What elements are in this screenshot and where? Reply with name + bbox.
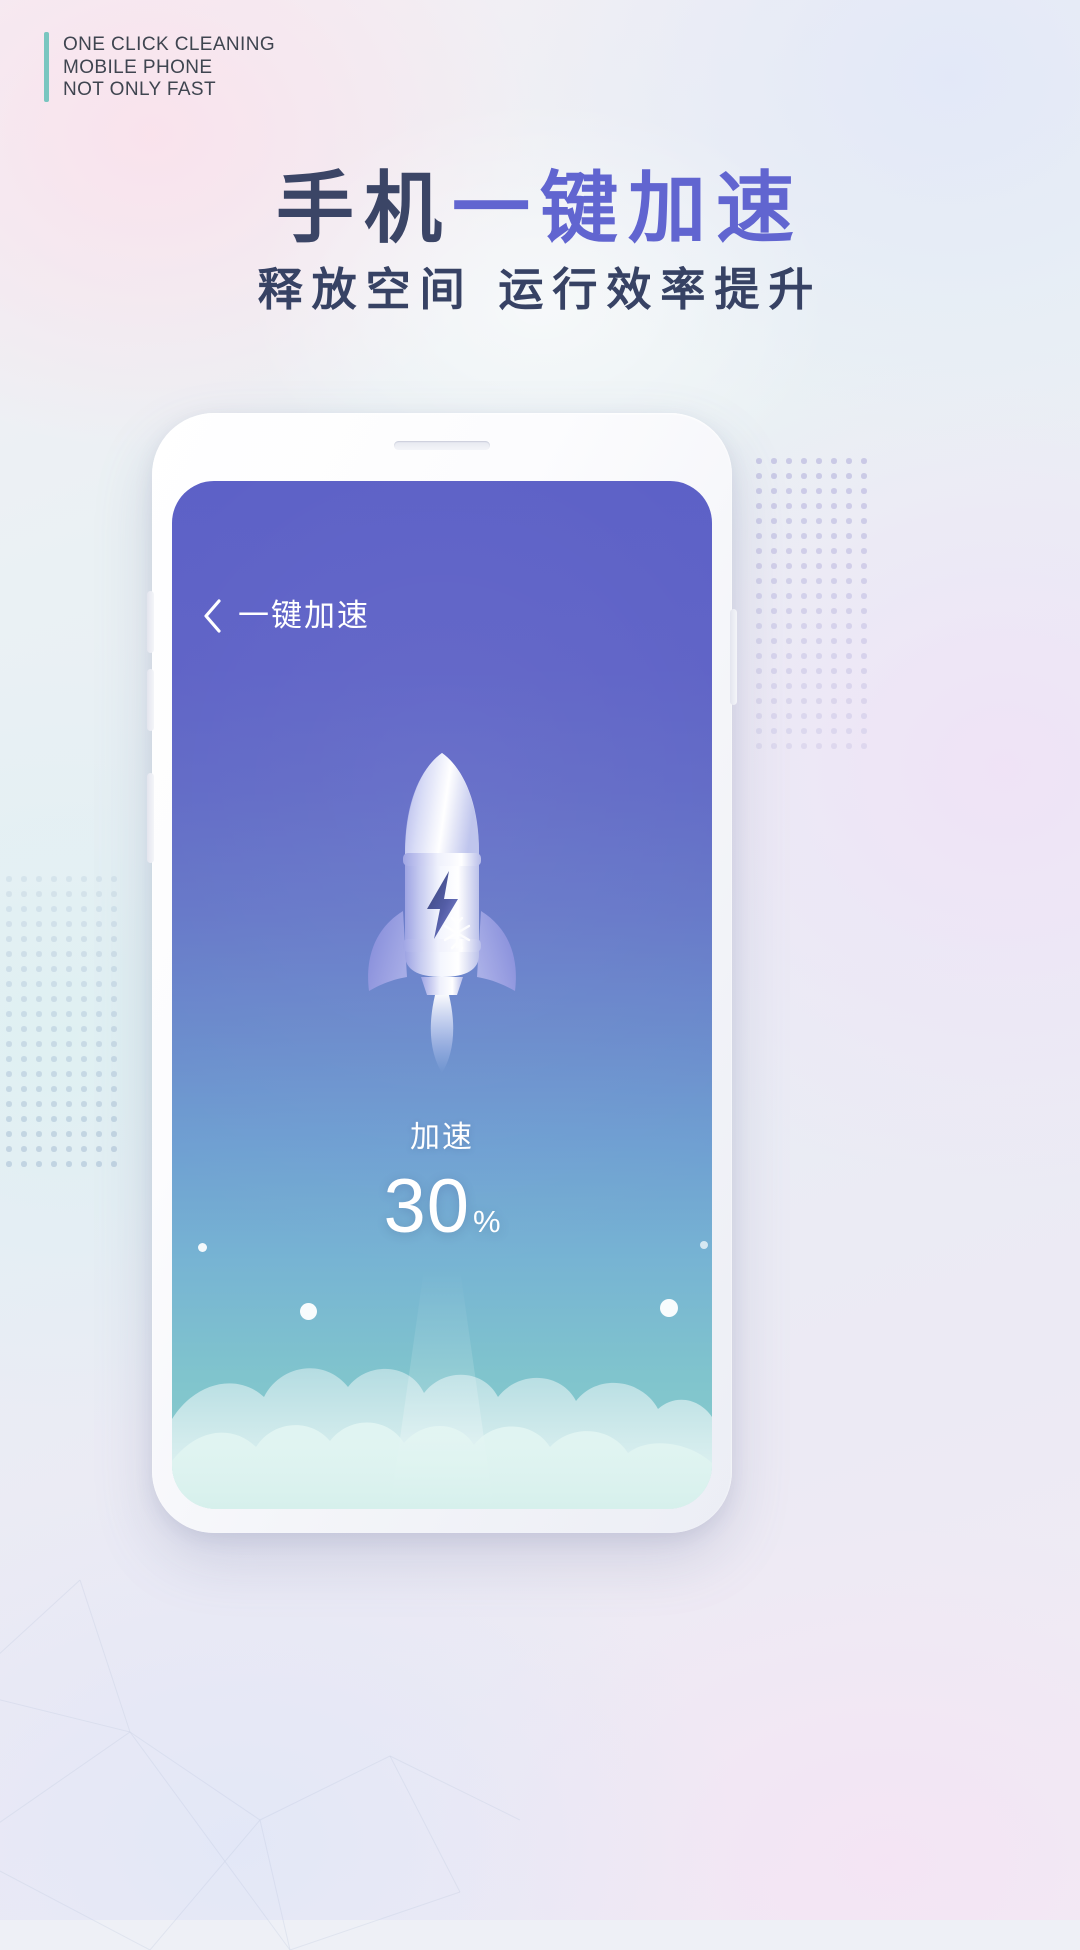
caption-line-3: NOT ONLY FAST xyxy=(63,79,217,100)
particle-dot xyxy=(700,1241,708,1249)
caption-line-2: MOBILE PHONE xyxy=(63,56,213,78)
caption-accent-bar xyxy=(44,32,49,102)
phone-power-button[interactable] xyxy=(147,773,154,863)
boost-label: 加速 xyxy=(410,1120,474,1155)
boost-percent-unit: % xyxy=(472,1204,501,1239)
rocket-nose-cone xyxy=(405,753,479,855)
rocket-nozzle xyxy=(421,977,463,995)
phone-volume-up-button[interactable] xyxy=(147,591,154,653)
polygon-decoration xyxy=(0,1579,520,1950)
headline-accent: 一键加速 xyxy=(452,164,805,254)
particle-dot xyxy=(198,1243,207,1252)
boost-percent-number: 30 xyxy=(383,1164,470,1249)
app-title: 一键加速 xyxy=(238,598,370,634)
rocket-exhaust xyxy=(430,995,454,1073)
phone-side-button-right[interactable] xyxy=(730,609,737,705)
rocket-fin-left xyxy=(368,911,407,991)
chevron-left-icon[interactable] xyxy=(202,599,222,633)
earpiece-speaker xyxy=(394,441,490,450)
caption-line-1: ONE CLICK CLEANING xyxy=(63,34,276,55)
phone-screen: 一键加速 加速 30% xyxy=(172,481,712,1509)
dot-grid-left xyxy=(6,876,122,1176)
boost-value: 30% xyxy=(172,1165,712,1249)
dot-grid-right xyxy=(756,458,872,750)
headline-dark: 手机 xyxy=(275,164,452,254)
phone-mockup: 一键加速 加速 30% xyxy=(147,413,737,1533)
rocket-fin-right xyxy=(477,911,516,991)
page-title: 手机一键加速 xyxy=(0,168,1080,250)
rocket-icon xyxy=(368,753,516,1073)
cloud-decoration xyxy=(172,1269,712,1509)
app-navbar: 一键加速 xyxy=(202,599,370,633)
caption-block: ONE CLICK CLEANING MOBILE PHONE NOT ONLY… xyxy=(44,32,275,102)
phone-volume-down-button[interactable] xyxy=(147,669,154,731)
caption-lines: ONE CLICK CLEANING MOBILE PHONE NOT ONLY… xyxy=(63,32,275,102)
rocket-ring-upper xyxy=(403,853,481,866)
page-subtitle: 释放空间 运行效率提升 xyxy=(257,263,823,316)
